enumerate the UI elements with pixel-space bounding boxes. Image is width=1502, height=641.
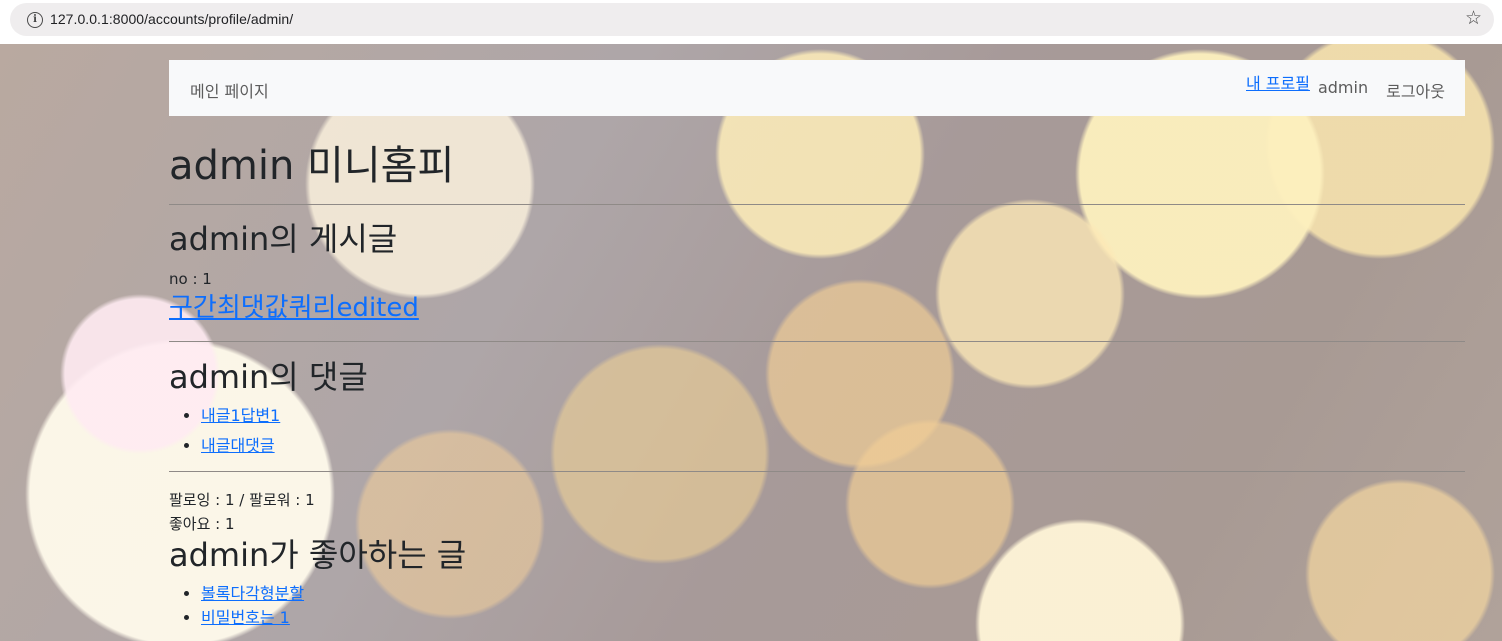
post-title-link[interactable]: 구간최댓값쿼리edited — [169, 292, 419, 324]
divider — [169, 341, 1465, 342]
comments-list: 내글1답변1 내글대댓글 — [169, 401, 280, 461]
likes-count: 좋아요 : 1 — [169, 515, 235, 533]
divider — [169, 471, 1465, 472]
list-item: 볼록다각형분할 — [201, 582, 304, 606]
page-title: admin 미니홈피 — [169, 143, 455, 189]
list-item: 내글1답변1 — [201, 401, 280, 431]
bookmark-star-icon[interactable]: ☆ — [1465, 7, 1482, 29]
browser-toolbar: i 127.0.0.1:8000/accounts/profile/admin/… — [0, 0, 1502, 44]
list-item: 내글대댓글 — [201, 431, 280, 461]
url-text[interactable]: 127.0.0.1:8000/accounts/profile/admin/ — [50, 11, 293, 27]
logout-link[interactable]: 로그아웃 — [1386, 78, 1445, 102]
posts-heading: admin의 게시글 — [169, 220, 398, 258]
list-item: 비밀번호는 1 — [201, 606, 304, 630]
comments-heading: admin의 댓글 — [169, 358, 368, 396]
page-background: 메인 페이지 내 프로필 admin 로그아웃 admin 미니홈피 admin… — [0, 44, 1502, 641]
liked-post-link[interactable]: 비밀번호는 1 — [201, 608, 290, 627]
site-info-icon[interactable]: i — [27, 12, 43, 28]
comment-link[interactable]: 내글대댓글 — [201, 436, 275, 455]
address-bar[interactable]: i 127.0.0.1:8000/accounts/profile/admin/… — [10, 3, 1494, 36]
navbar: 메인 페이지 내 프로필 admin 로그아웃 — [169, 60, 1465, 116]
post-number: no : 1 — [169, 270, 212, 288]
follow-stats: 팔로잉 : 1 / 팔로워 : 1 — [169, 491, 315, 509]
liked-post-link[interactable]: 볼록다각형분할 — [201, 584, 304, 603]
my-profile-link[interactable]: 내 프로필 — [1246, 70, 1310, 94]
main-page-link[interactable]: 메인 페이지 — [190, 78, 269, 102]
comment-link[interactable]: 내글1답변1 — [201, 406, 280, 425]
navbar-right: 내 프로필 admin 로그아웃 — [1246, 70, 1445, 106]
divider — [169, 204, 1465, 205]
nav-username: admin — [1317, 78, 1369, 97]
liked-posts-list: 볼록다각형분할 비밀번호는 1 — [169, 582, 304, 630]
liked-posts-heading: admin가 좋아하는 글 — [169, 536, 467, 574]
